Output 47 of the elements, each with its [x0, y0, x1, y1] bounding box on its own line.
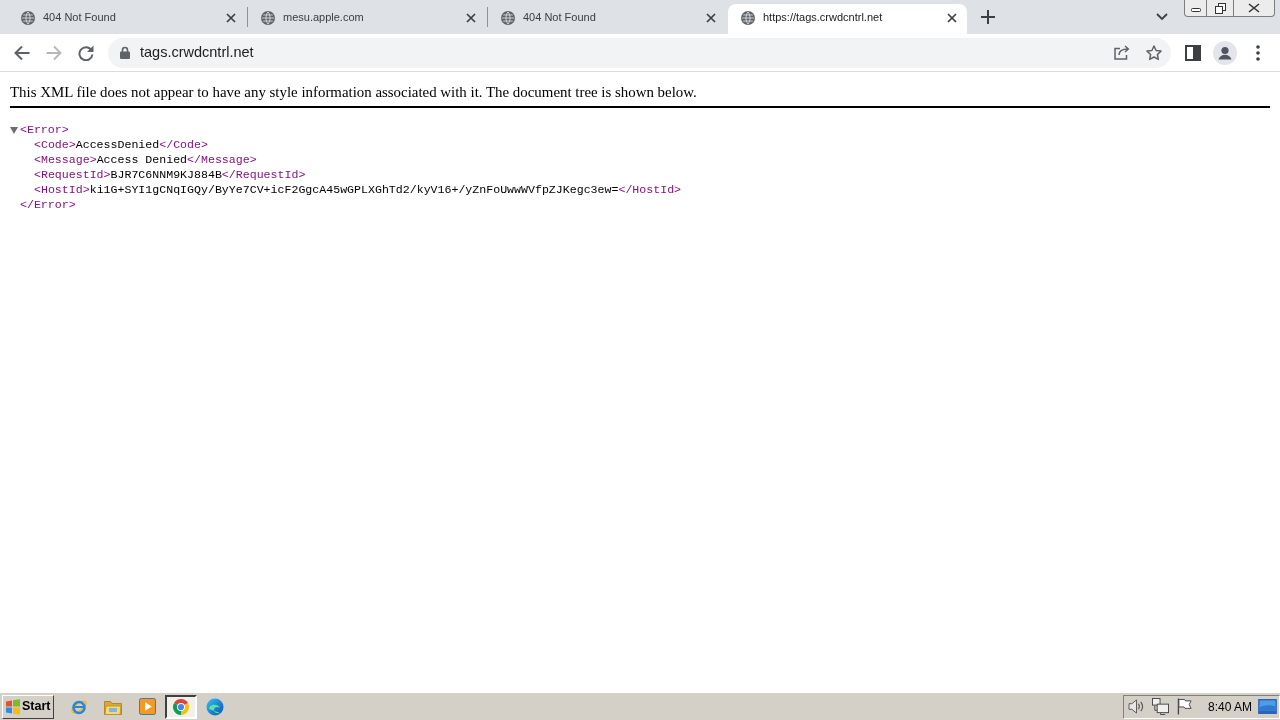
arrow-left-icon[interactable] — [14, 44, 30, 61]
flag-icon[interactable] — [1177, 698, 1192, 715]
xml-style-notice: This XML file does not appear to have any style information associated with it. The document tree is shown below. — [10, 83, 697, 101]
globe-icon — [21, 10, 35, 25]
address-bar[interactable]: tags.crwdcntrl.net — [108, 37, 1171, 68]
globe-icon — [501, 10, 515, 25]
restore-button[interactable] — [1207, 0, 1234, 17]
close-icon[interactable] — [466, 12, 476, 23]
globe-icon — [261, 10, 275, 25]
xml-element: <RequestId>BJR7C6NNM9KJ884B</RequestId> — [34, 167, 306, 182]
close-icon[interactable] — [947, 12, 957, 23]
chevron-down-icon[interactable] — [1156, 13, 1168, 21]
share-icon[interactable] — [1114, 45, 1130, 60]
minimize-icon — [1190, 7, 1201, 12]
star-icon[interactable] — [1146, 44, 1162, 61]
browser-tab[interactable]: 404 Not Found — [8, 4, 246, 34]
speaker-icon[interactable] — [1128, 699, 1145, 714]
browser-tab[interactable]: 404 Not Found — [488, 4, 726, 34]
network-icon[interactable] — [1152, 698, 1169, 715]
lock-icon[interactable] — [120, 46, 130, 59]
menu-icon[interactable] — [1256, 44, 1260, 61]
restore-icon — [1214, 2, 1226, 14]
chrome-logo-icon[interactable] — [172, 697, 190, 716]
windows-flag-icon — [5, 698, 21, 715]
globe-icon — [741, 10, 755, 25]
browser-tab[interactable]: mesu.apple.com — [248, 4, 486, 34]
reload-icon[interactable] — [78, 44, 94, 61]
xml-element: <Code>AccessDenied</Code> — [34, 137, 208, 152]
xml-element: <Message>Access Denied</Message> — [34, 152, 257, 167]
expand-triangle-icon[interactable] — [10, 125, 18, 134]
taskbar-app-button[interactable] — [165, 694, 197, 719]
play-tile-icon[interactable] — [138, 698, 156, 715]
close-icon[interactable] — [706, 12, 716, 23]
xml-tag: </Error> — [20, 198, 76, 211]
minimize-button[interactable] — [1184, 0, 1207, 17]
xml-tag: <Error> — [20, 122, 69, 137]
plus-icon[interactable] — [981, 10, 995, 24]
close-window-button[interactable] — [1234, 0, 1275, 17]
close-icon — [1248, 3, 1260, 13]
close-icon[interactable] — [226, 12, 236, 23]
side-panel-icon[interactable] — [1185, 44, 1201, 61]
edge-logo-icon[interactable] — [206, 697, 224, 716]
browser-tab[interactable]: https://tags.crwdcntrl.net — [728, 4, 967, 34]
start-button[interactable]: Start — [2, 694, 54, 719]
avatar-icon[interactable] — [1213, 40, 1237, 65]
xml-element: <HostId>ki1G+SYI1gCNqIGQy/ByYe7CV+icF2GgcA45wGPLXGhTd2/kyV16+/yZnFoUwwWVfpZJKegc3ew=</HostId> — [34, 182, 682, 197]
clock[interactable]: 8:40 AM — [1208, 697, 1253, 716]
